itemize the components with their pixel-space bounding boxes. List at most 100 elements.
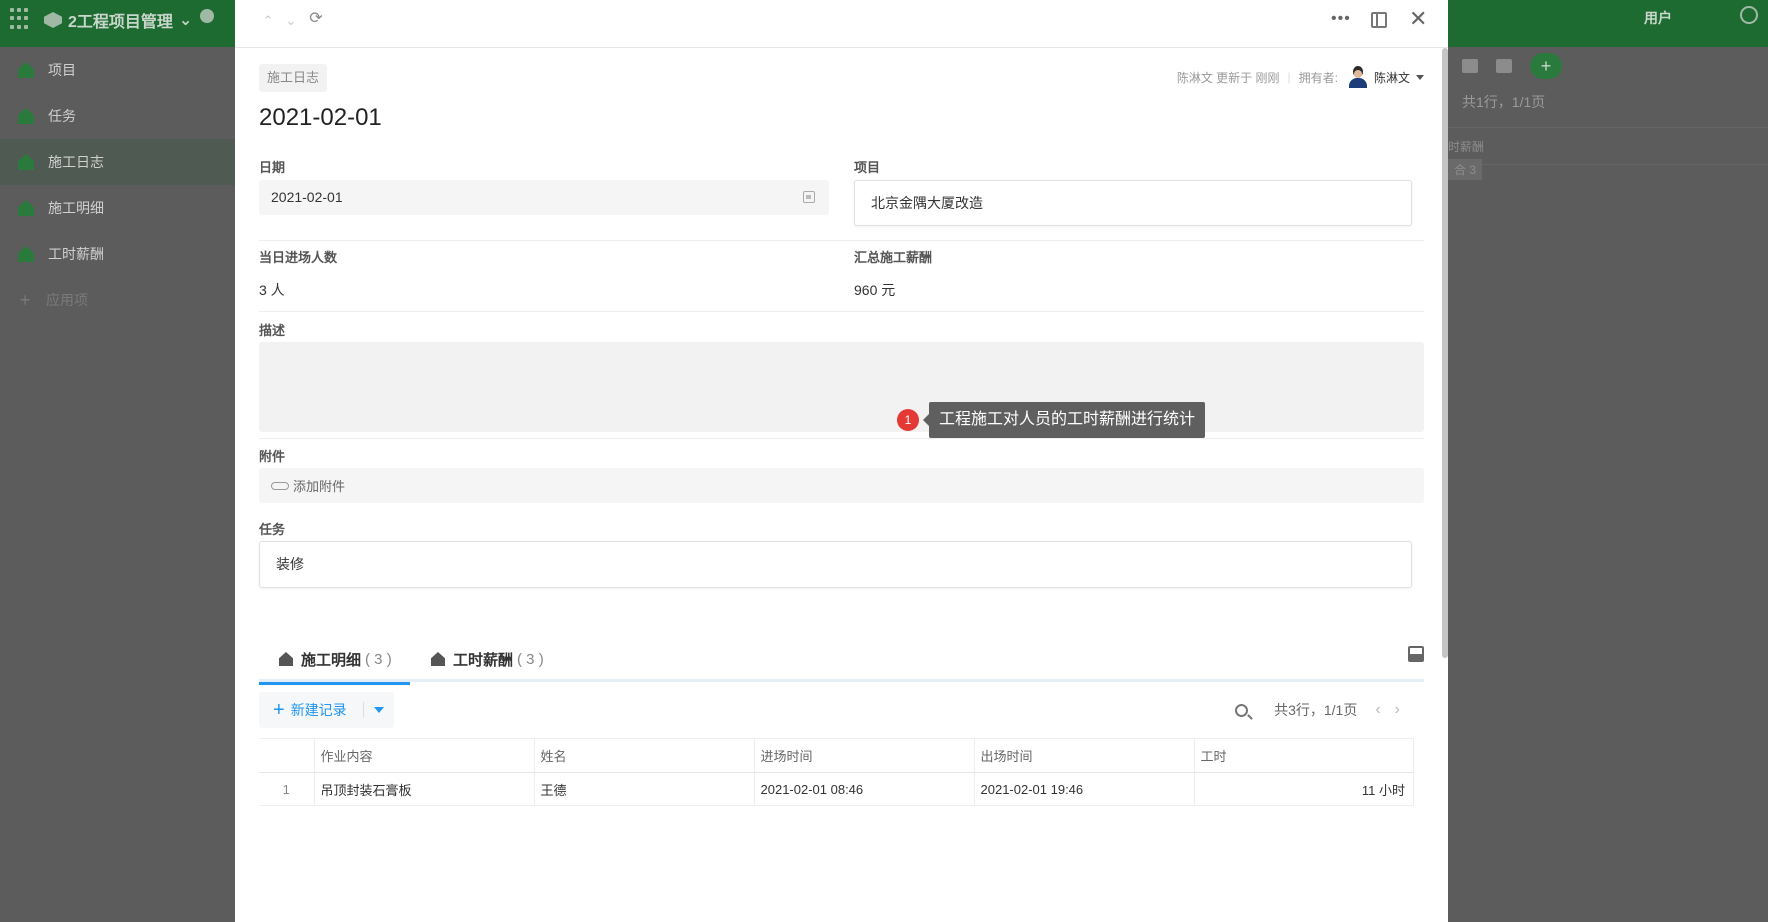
pager-arrows[interactable]: ‹›: [1375, 701, 1414, 719]
new-record-button[interactable]: + 新建记录: [259, 692, 394, 728]
sidebar-item-construction-detail[interactable]: 施工明细: [0, 185, 235, 231]
count-badge: 合 3: [1448, 159, 1483, 180]
panel-toolbar: ⌃ ⌄ ⟳ ••• ✕: [235, 0, 1448, 48]
project-value: 北京金隅大厦改造: [871, 195, 983, 211]
record-detail-panel: ⌃ ⌄ ⟳ ••• ✕ 施工日志 陈淋文 更新于 刚刚 | 拥有者: 陈淋文 2…: [235, 0, 1448, 922]
scrollbar[interactable]: [1442, 48, 1448, 658]
headcount-label: 当日进场人数: [259, 250, 338, 265]
sidebar-item-hourly-pay[interactable]: 工时薪酬: [0, 231, 235, 277]
divider: [259, 240, 1424, 241]
record-title: 2021-02-01: [259, 104, 382, 131]
chart-icon[interactable]: [1462, 59, 1478, 73]
chevron-down-icon[interactable]: ⌄: [282, 12, 300, 30]
home-icon: [431, 652, 445, 666]
headcount-value: 3 人: [259, 282, 285, 298]
paperclip-icon: [271, 481, 289, 490]
list-count: 共1行，1/1页: [1462, 94, 1546, 110]
close-icon[interactable]: ✕: [1409, 6, 1427, 32]
plus-icon: +: [19, 289, 31, 310]
add-attachment-label: 添加附件: [293, 479, 346, 494]
description-label: 描述: [259, 323, 286, 338]
add-attachment-button[interactable]: 添加附件: [259, 468, 1424, 503]
caret-down-icon[interactable]: [1416, 74, 1424, 80]
new-record-label: 新建记录: [290, 702, 347, 718]
user-menu[interactable]: 用户: [1644, 8, 1672, 28]
in-time-cell: 2021-02-01 08:46: [754, 772, 975, 806]
column-header[interactable]: 工时: [1194, 738, 1414, 773]
sidebar: 项目 任务 施工日志 施工明细 工时薪酬 + 应用项: [0, 47, 235, 922]
record-meta: 陈淋文 更新于 刚刚 | 拥有者: 陈淋文: [1177, 66, 1424, 88]
table-icon: [18, 108, 34, 124]
info-icon[interactable]: [200, 9, 214, 23]
home-icon: [18, 62, 34, 78]
list-toolbar: +: [1462, 53, 1562, 79]
date-label: 日期: [259, 160, 286, 175]
detail-table: 作业内容 姓名 进场时间 出场时间 工时 1 吊顶封装石膏板 王德 2021-0…: [259, 738, 1414, 806]
out-time-cell: 2021-02-01 19:46: [974, 772, 1195, 806]
divider: [259, 311, 1424, 312]
tooltip-text: 工程施工对人员的工时薪酬进行统计: [922, 402, 1206, 438]
add-record-button[interactable]: +: [1530, 53, 1562, 79]
salary-label: 汇总施工薪酬: [854, 250, 933, 265]
caret-down-icon[interactable]: [373, 707, 384, 713]
sidebar-item-task[interactable]: 任务: [0, 93, 235, 139]
related-tabs: 施工明细 ( 3 ) 工时薪酬 ( 3 ): [259, 636, 1424, 685]
date-field[interactable]: 2021-02-01: [259, 180, 829, 215]
search-icon[interactable]: [1235, 703, 1249, 717]
chevron-down-icon: ⌄: [178, 12, 193, 29]
divider: [259, 438, 1424, 439]
chevron-up-icon[interactable]: ⌃: [259, 12, 277, 30]
task-value: 装修: [276, 556, 304, 572]
layout-toggle-icon[interactable]: [1408, 646, 1424, 662]
sidebar-item-project[interactable]: 项目: [0, 47, 235, 93]
home-icon: [279, 652, 293, 666]
updated-text: 陈淋文 更新于 刚刚: [1176, 70, 1280, 85]
date-value: 2021-02-01: [271, 189, 343, 205]
step-badge: 1: [897, 409, 919, 431]
column-header: 时薪酬: [1448, 127, 1768, 165]
attachment-label: 附件: [259, 449, 286, 464]
salary-value: 960 元: [854, 282, 896, 298]
task-field[interactable]: 装修: [259, 541, 1412, 588]
owner-name[interactable]: 陈淋文: [1374, 69, 1410, 86]
column-header[interactable]: 姓名: [534, 738, 755, 773]
calendar-icon[interactable]: [803, 191, 815, 203]
owner-label: 拥有者:: [1298, 70, 1338, 85]
home-icon: [18, 154, 34, 170]
row-index: 1: [259, 772, 315, 806]
divider: [362, 702, 364, 718]
plus-icon: +: [273, 699, 285, 721]
more-icon[interactable]: •••: [1331, 10, 1351, 28]
tab-hourly-pay[interactable]: 工时薪酬 ( 3 ): [431, 636, 544, 682]
app-title[interactable]: 2工程项目管理 ⌄: [44, 8, 192, 32]
index-header: [259, 738, 315, 773]
guide-tooltip: 1 工程施工对人员的工时薪酬进行统计: [897, 402, 1206, 438]
search-icon[interactable]: [1740, 6, 1758, 24]
list-tools: 共3行，1/1页 ‹›: [1235, 700, 1414, 720]
table-header-row: 作业内容 姓名 进场时间 出场时间 工时: [259, 738, 1414, 773]
add-app-item[interactable]: + 应用项: [0, 277, 235, 323]
apps-grid-icon[interactable]: [10, 8, 32, 30]
table-row[interactable]: 1 吊顶封装石膏板 王德 2021-02-01 08:46 2021-02-01…: [259, 772, 1414, 806]
hours-cell: 11 小时: [1194, 772, 1414, 806]
column-header[interactable]: 作业内容: [314, 738, 535, 773]
work-cell: 吊顶封装石膏板: [314, 772, 535, 806]
sidebar-item-construction-log[interactable]: 施工日志: [0, 139, 235, 185]
background-list-area: + 共1行，1/1页 时薪酬 合 3: [1448, 47, 1768, 922]
description-field[interactable]: [259, 342, 1424, 432]
tab-construction-detail[interactable]: 施工明细 ( 3 ): [259, 636, 410, 685]
name-cell: 王德: [534, 772, 755, 806]
home-icon: [18, 246, 34, 262]
project-label: 项目: [854, 160, 881, 175]
project-field[interactable]: 北京金隅大厦改造: [854, 180, 1412, 226]
divider: |: [1287, 70, 1291, 84]
column-header[interactable]: 出场时间: [974, 738, 1195, 773]
task-label: 任务: [259, 522, 286, 537]
refresh-icon[interactable]: ⟳: [307, 10, 325, 28]
app-logo-icon: [44, 12, 62, 28]
column-header[interactable]: 进场时间: [754, 738, 975, 773]
avatar[interactable]: [1348, 66, 1368, 88]
side-dock-icon[interactable]: [1371, 12, 1387, 28]
worksheet-tag[interactable]: 施工日志: [259, 64, 328, 92]
comment-icon[interactable]: [1496, 59, 1512, 73]
